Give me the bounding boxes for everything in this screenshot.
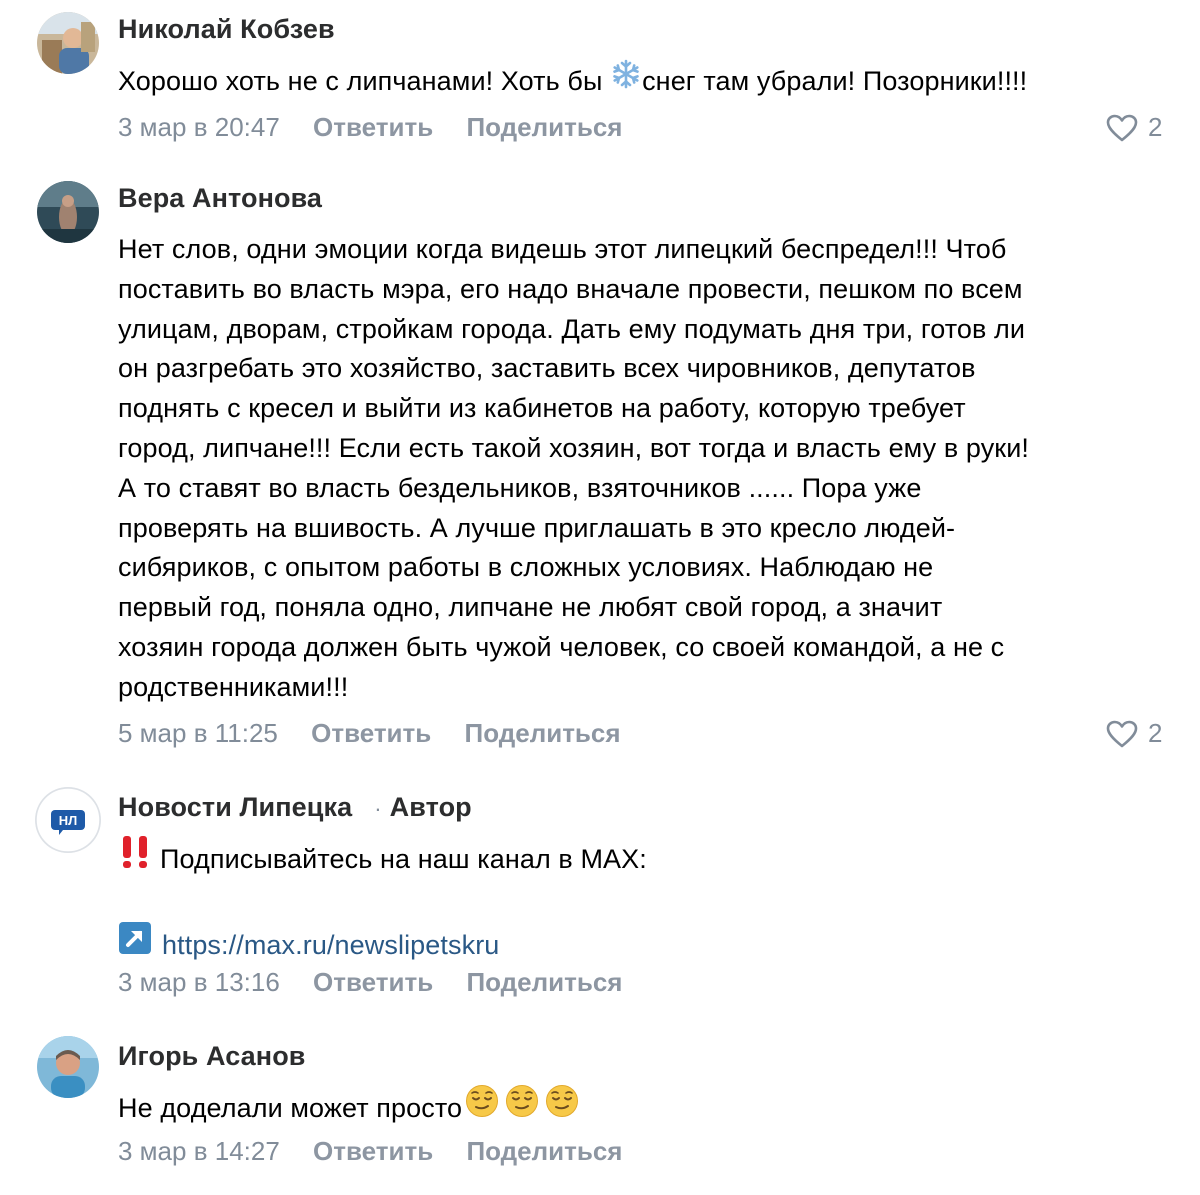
relieved-face-emoji <box>502 1084 542 1130</box>
reply-button[interactable]: Ответить <box>313 967 433 998</box>
comment-text-line: первый год, поняла одно, липчане не любя… <box>118 592 943 623</box>
channel-link[interactable]: https://max.ru/newslipetskru <box>162 930 499 960</box>
comment: Николай Кобзев Хорошо хоть не с липчанам… <box>0 0 1200 170</box>
heart-outline-icon <box>1106 720 1138 747</box>
comment-text-line: проверять на вшивость. А лучше приглашат… <box>118 512 956 543</box>
like-button[interactable]: 2 <box>1106 718 1162 749</box>
comment-date[interactable]: 3 мар в 13:16 <box>118 967 280 998</box>
comment-text-line: он разгребать это хозяйство, заставить в… <box>118 353 976 384</box>
author-name[interactable]: Игорь Асанов <box>118 1041 305 1072</box>
svg-text:НЛ: НЛ <box>59 813 78 828</box>
relieved-face-emoji <box>462 1084 502 1130</box>
comment-text-line: родственниками!!! <box>118 671 349 702</box>
comment-text-line: поставить во власть мэра, его надо внача… <box>118 273 1023 304</box>
comment-text-line: Нет слов, одни эмоции когда видешь этот … <box>118 234 1007 264</box>
comment: НЛ Новости Липецка · Автор Подписывайтесь … <box>0 770 1200 1020</box>
reply-button[interactable]: Ответить <box>313 112 433 143</box>
comment-text: Не доделали может просто <box>118 1084 1178 1133</box>
comment-meta: 3 мар в 20:47 Ответить Поделиться <box>118 112 622 143</box>
comment-text-line: сибяриков, с опытом работы в сложных усл… <box>118 552 934 583</box>
comment-date[interactable]: 3 мар в 20:47 <box>118 112 280 143</box>
share-button[interactable]: Поделиться <box>466 1136 622 1167</box>
avatar[interactable] <box>37 12 99 74</box>
comment-date[interactable]: 5 мар в 11:25 <box>118 718 278 749</box>
comment-text-line: А то ставят во власть бездельников, взят… <box>118 472 922 503</box>
share-button[interactable]: Поделиться <box>465 718 621 749</box>
avatar[interactable] <box>37 1036 99 1098</box>
author-name[interactable]: Новости Липецка · Автор <box>118 792 472 823</box>
author-name[interactable]: Николай Кобзев <box>118 14 335 45</box>
comment-text-line: улицам, дворам, стройкам города. Дать ем… <box>118 313 1026 344</box>
comment-text: Подписывайтесь на наш канал в MAX: https… <box>118 835 1178 969</box>
like-count: 2 <box>1148 112 1163 142</box>
comment: Вера Антонова Нет слов, одни эмоции когд… <box>0 170 1200 770</box>
comment-date[interactable]: 3 мар в 14:27 <box>118 1136 280 1167</box>
reply-button[interactable]: Ответить <box>311 718 431 749</box>
share-button[interactable]: Поделиться <box>466 967 622 998</box>
comment-meta: 5 мар в 11:25 Ответить Поделиться <box>118 718 621 749</box>
comment-text: Хорошо хоть не с липчанами! Хоть бы снег… <box>118 58 1178 105</box>
author-badge: · Автор <box>374 792 472 822</box>
heart-outline-icon <box>1106 114 1138 141</box>
avatar[interactable]: НЛ <box>35 787 101 853</box>
snowflake-emoji <box>610 58 642 102</box>
up-right-arrow-emoji <box>118 921 152 967</box>
reply-button[interactable]: Ответить <box>313 1136 433 1167</box>
relieved-face-emoji <box>542 1084 582 1130</box>
avatar[interactable] <box>37 181 99 243</box>
like-button[interactable]: 2 <box>1106 112 1162 143</box>
author-name[interactable]: Вера Антонова <box>118 183 322 214</box>
share-button[interactable]: Поделиться <box>466 112 622 143</box>
comment-text-line: поднять с кресел и выйти из кабинетов на… <box>118 393 966 424</box>
like-count: 2 <box>1148 718 1163 748</box>
comment-meta: 3 мар в 14:27 Ответить Поделиться <box>118 1136 622 1167</box>
comment-text-line: хозяин города должен быть чужой человек,… <box>118 631 1005 662</box>
comment-text: Нет слов, одни эмоции когда видешь этот … <box>118 230 1178 708</box>
comment-meta: 3 мар в 13:16 Ответить Поделиться <box>118 967 622 998</box>
comment-text-line: город, липчане!!! Если есть такой хозяин… <box>118 432 1030 463</box>
comment: Игорь Асанов Не доделали может просто 3 … <box>0 1020 1200 1195</box>
double-exclamation-emoji <box>118 835 154 881</box>
